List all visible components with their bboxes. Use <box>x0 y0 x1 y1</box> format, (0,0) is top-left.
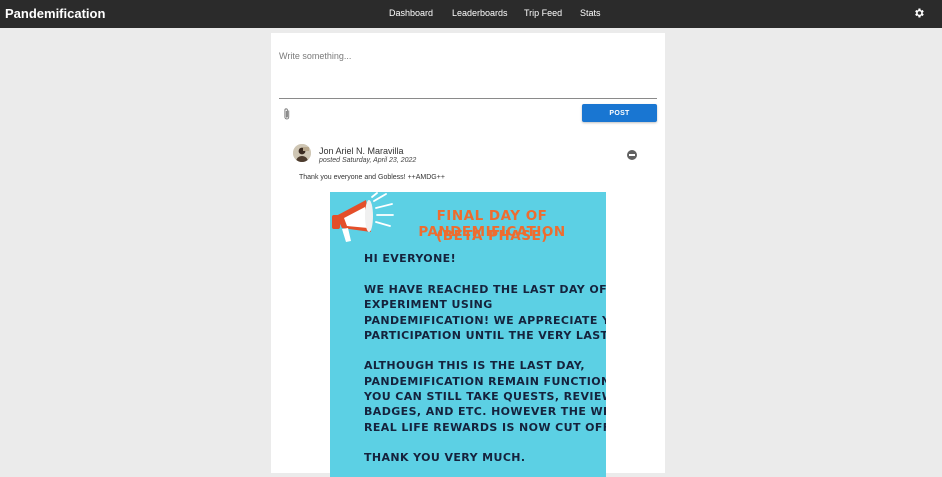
poster-text-line: THANK YOU VERY MUCH. <box>364 451 526 464</box>
post-timestamp: posted Saturday, April 23, 2022 <box>319 157 417 164</box>
nav-leaderboards[interactable]: Leaderboards <box>452 8 508 18</box>
poster-text-line: YOU CAN STILL TAKE QUESTS, REVIEW, EARN <box>364 390 606 403</box>
poster-title-line-2: (BETA PHASE) <box>436 228 548 244</box>
post-author-name[interactable]: Jon Ariel N. Maravilla <box>319 146 404 156</box>
nav-trip-feed[interactable]: Trip Feed <box>524 8 562 18</box>
app-brand[interactable]: Pandemification <box>5 6 105 21</box>
poster-text-line: PANDEMIFICATION! WE APPRECIATE YOUR <box>364 314 606 327</box>
poster-text-line: REAL LIFE REWARDS IS NOW CUT OFF. <box>364 421 606 434</box>
nav-dashboard[interactable]: Dashboard <box>389 8 433 18</box>
poster-text-line: HI EVERYONE! <box>364 252 456 265</box>
poster-text-line: ALTHOUGH THIS IS THE LAST DAY, <box>364 359 585 372</box>
remove-circle-icon[interactable] <box>627 150 637 160</box>
attachment-paperclip-icon[interactable] <box>282 107 292 121</box>
poster-text-line: BADGES, AND ETC. HOWEVER THE WEEKLY IN <box>364 405 606 418</box>
author-avatar[interactable] <box>293 144 311 162</box>
top-navbar: Pandemification Dashboard Leaderboards T… <box>0 0 942 28</box>
feed-card: POST Jon Ariel N. Maravilla posted Satur… <box>271 33 665 477</box>
nav-stats[interactable]: Stats <box>580 8 601 18</box>
settings-gear-icon[interactable] <box>913 7 925 19</box>
post-image[interactable]: FINAL DAY OF PANDEMIFICATION (BETA PHASE… <box>330 192 606 477</box>
poster-text-line: WE HAVE REACHED THE LAST DAY OF THE <box>364 283 606 296</box>
post-button[interactable]: POST <box>582 104 657 122</box>
poster-text-line: EXPERIMENT USING <box>364 298 493 311</box>
post-text: Thank you everyone and Gobless! ++AMDG++ <box>299 174 445 181</box>
poster-text-line: PARTICIPATION UNTIL THE VERY LAST. <box>364 329 606 342</box>
compose-input[interactable] <box>279 45 657 99</box>
poster-text-line: PANDEMIFICATION REMAIN FUNCTIONAL AND <box>364 375 606 388</box>
